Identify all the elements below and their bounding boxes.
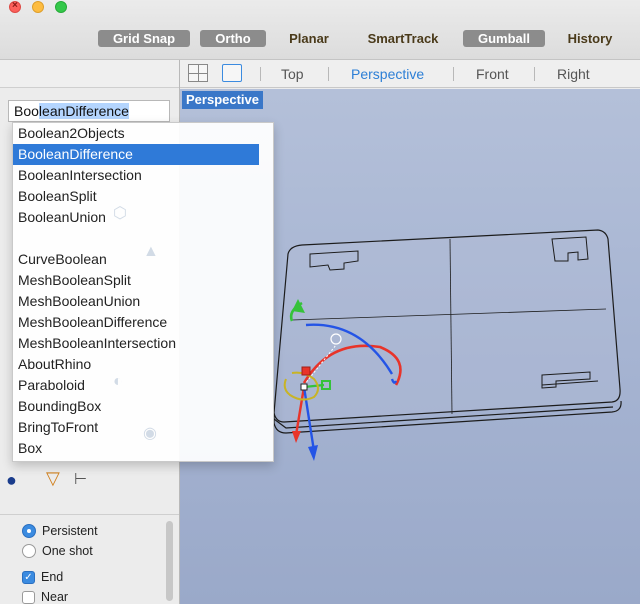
autocomplete-item[interactable]: Boolean2Objects bbox=[13, 123, 259, 144]
tab-separator bbox=[328, 67, 329, 81]
command-autocomplete-text: leanDifference bbox=[38, 103, 129, 119]
history-toggle[interactable]: History bbox=[558, 30, 622, 47]
command-input[interactable]: BooleanDifference bbox=[8, 100, 170, 122]
persistent-label: Persistent bbox=[42, 524, 98, 538]
gumball-toggle[interactable]: Gumball bbox=[463, 30, 545, 47]
ortho-toggle[interactable]: Ortho bbox=[200, 30, 266, 47]
dimension-icon[interactable]: ⊢ bbox=[74, 470, 87, 488]
autocomplete-item[interactable]: MeshBooleanIntersection bbox=[13, 333, 259, 354]
near-checkbox[interactable] bbox=[22, 590, 35, 604]
tab-perspective[interactable]: Perspective bbox=[351, 66, 424, 82]
options-scrollbar[interactable] bbox=[166, 521, 173, 601]
zoom-window-button[interactable] bbox=[55, 1, 67, 13]
one-shot-option[interactable]: One shot bbox=[22, 543, 93, 559]
tab-top[interactable]: Top bbox=[281, 66, 304, 82]
command-typed-text: Boo bbox=[14, 103, 39, 119]
tab-right[interactable]: Right bbox=[557, 66, 590, 82]
autocomplete-item-selected[interactable]: BooleanDifference bbox=[13, 144, 259, 165]
autocomplete-item[interactable]: BoundingBox bbox=[13, 396, 259, 417]
one-shot-radio[interactable] bbox=[22, 544, 36, 558]
minimize-window-button[interactable] bbox=[32, 1, 44, 13]
tab-separator bbox=[260, 67, 261, 81]
autocomplete-item[interactable]: CurveBoolean bbox=[13, 249, 259, 270]
persistent-radio[interactable] bbox=[22, 524, 36, 538]
planar-toggle[interactable]: Planar bbox=[280, 30, 338, 47]
autocomplete-item[interactable]: BooleanSplit bbox=[13, 186, 259, 207]
close-window-button[interactable]: × bbox=[9, 0, 21, 13]
single-viewport-icon[interactable] bbox=[222, 64, 242, 82]
one-shot-label: One shot bbox=[42, 544, 93, 558]
title-bar: × Grid Snap Ortho Planar SmartTrack Gumb… bbox=[0, 0, 640, 60]
viewport-tab-bar: Top Perspective Front Right bbox=[180, 60, 640, 88]
end-label: End bbox=[41, 570, 64, 584]
autocomplete-item[interactable]: BooleanIntersection bbox=[13, 165, 259, 186]
autocomplete-item[interactable]: MeshBooleanSplit bbox=[13, 270, 259, 291]
tab-front[interactable]: Front bbox=[476, 66, 509, 82]
tab-separator bbox=[534, 67, 535, 81]
near-label: Near bbox=[41, 590, 69, 604]
autocomplete-item[interactable]: Paraboloid bbox=[13, 375, 259, 396]
four-viewports-icon[interactable] bbox=[188, 64, 208, 82]
persistent-option[interactable]: Persistent bbox=[22, 523, 98, 539]
autocomplete-item[interactable]: BooleanUnion bbox=[13, 207, 259, 228]
autocomplete-item[interactable]: MeshBooleanDifference bbox=[13, 312, 259, 333]
autocomplete-item[interactable]: MeshBooleanUnion bbox=[13, 291, 259, 312]
sidebar-header bbox=[0, 60, 179, 88]
end-snap-option[interactable]: ✓ End bbox=[22, 569, 63, 585]
smarttrack-toggle[interactable]: SmartTrack bbox=[356, 30, 450, 47]
sphere-icon[interactable]: ● bbox=[6, 470, 17, 491]
autocomplete-item[interactable]: AboutRhino bbox=[13, 354, 259, 375]
autocomplete-separator bbox=[13, 228, 259, 249]
snap-options-panel: Persistent One shot ✓ End Near bbox=[0, 514, 179, 604]
near-snap-option[interactable]: Near bbox=[22, 589, 68, 604]
plate-model bbox=[273, 229, 622, 434]
autocomplete-item[interactable]: Box bbox=[13, 438, 259, 459]
end-checkbox[interactable]: ✓ bbox=[22, 570, 35, 584]
render-icon[interactable]: ▽ bbox=[46, 468, 60, 489]
tab-separator bbox=[453, 67, 454, 81]
grid-snap-toggle[interactable]: Grid Snap bbox=[98, 30, 190, 47]
autocomplete-item[interactable]: BringToFront bbox=[13, 417, 259, 438]
command-autocomplete-list[interactable]: ◎ ⬡ ▲ ◐ ◉ Boolean2Objects BooleanDiffere… bbox=[12, 122, 274, 462]
